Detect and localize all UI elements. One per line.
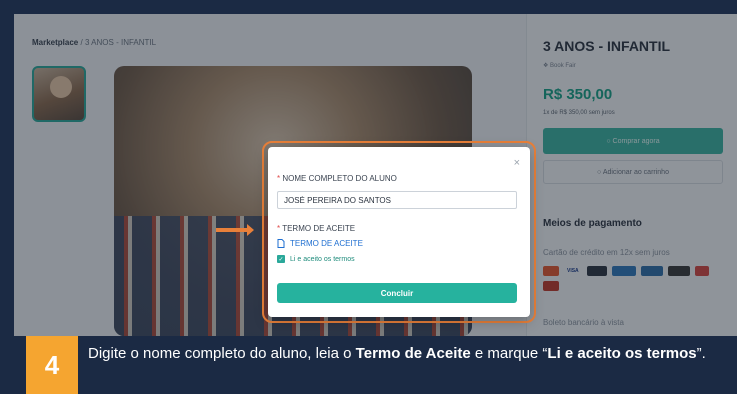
accept-terms-label: Li e aceito os termos — [290, 255, 355, 263]
close-icon[interactable]: × — [514, 157, 520, 169]
checkmark-icon: ✓ — [277, 255, 285, 263]
accept-terms-checkbox[interactable]: ✓ Li e aceito os termos — [277, 255, 355, 263]
caption-part1: Digite o nome completo do aluno, leia o — [88, 345, 356, 362]
step-number-badge: 4 — [26, 336, 78, 394]
required-mark: * — [277, 174, 281, 183]
caption-part2: e marque “ — [470, 345, 548, 362]
name-label-text: NOME COMPLETO DO ALUNO — [282, 174, 397, 183]
caption-part3: ”. — [696, 345, 706, 362]
conclude-button[interactable]: Concluir — [277, 283, 517, 303]
required-mark: * — [277, 224, 281, 233]
term-label-text: TERMO DE ACEITE — [282, 224, 356, 233]
tutorial-frame: Marketplace / 3 ANOS - INFANTIL 3 ANOS -… — [0, 0, 737, 394]
term-label: * TERMO DE ACEITE — [277, 224, 355, 233]
student-name-input[interactable] — [277, 191, 517, 209]
arrow-icon — [216, 224, 254, 236]
term-link[interactable]: TERMO DE ACEITE — [277, 239, 363, 248]
product-page: Marketplace / 3 ANOS - INFANTIL 3 ANOS -… — [14, 14, 737, 336]
document-icon — [277, 239, 285, 248]
term-link-text: TERMO DE ACEITE — [290, 239, 363, 248]
name-label: * NOME COMPLETO DO ALUNO — [277, 174, 397, 183]
instruction-caption: Digite o nome completo do aluno, leia o … — [88, 344, 728, 363]
caption-bold1: Termo de Aceite — [355, 345, 471, 362]
caption-bold2: Li e aceito os termos — [547, 345, 697, 362]
student-modal: × * NOME COMPLETO DO ALUNO * TERMO DE AC… — [268, 147, 530, 317]
